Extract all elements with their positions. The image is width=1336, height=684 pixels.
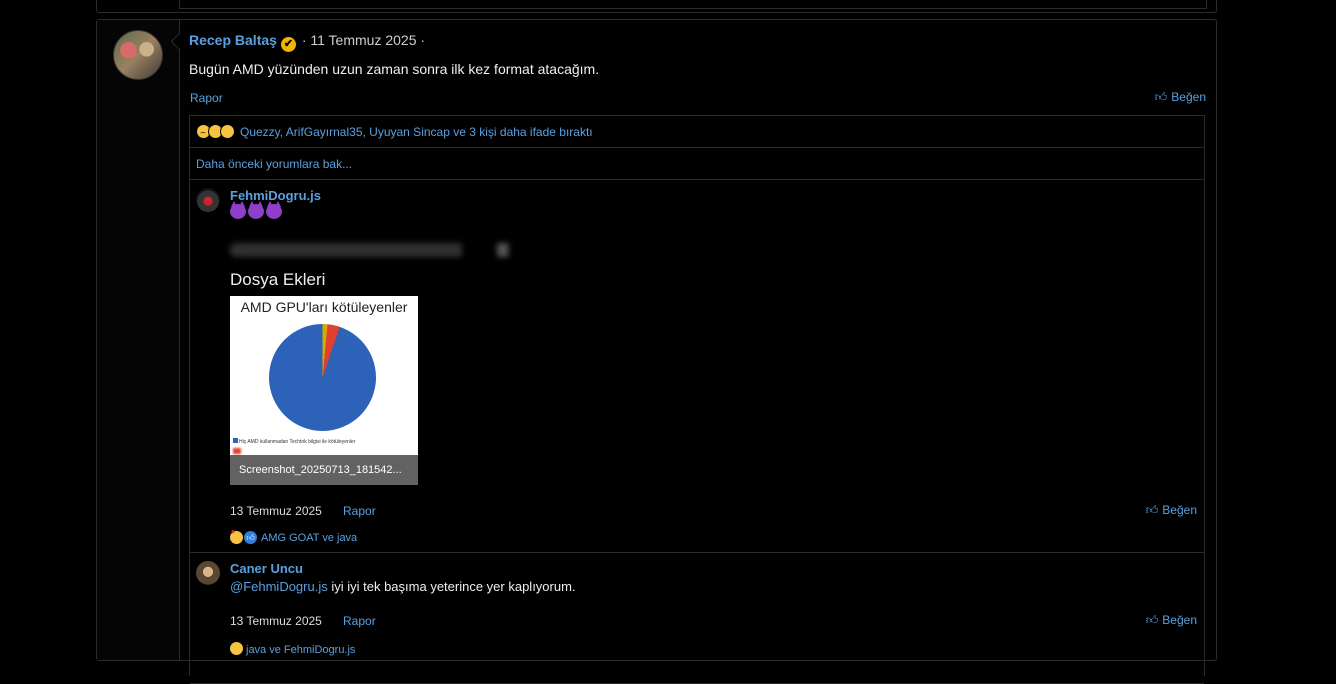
thumbs-up-icon: 👍︎ [1145,613,1159,627]
thumbs-up-icon: 👍︎ [1154,90,1168,104]
author-avatar[interactable] [113,30,163,80]
comment-item: Caner Uncu @FehmiDogru.js iyi iyi tek ba… [190,553,1204,684]
devil-emoji-icon [230,201,246,219]
previous-post-card [96,0,1217,13]
comment-reactions-text[interactable]: AMG GOAT ve java [261,532,357,544]
attachment-thumbnail[interactable]: AMD GPU'ları kötüleyenler Hiç AMD kullan… [230,296,418,485]
report-link[interactable]: Rapor [190,91,223,105]
post-author-link[interactable]: Recep Baltaş [189,32,277,48]
comment-report-link[interactable]: Rapor [343,504,376,518]
post-date[interactable]: · 11 Temmuz 2025 · [298,32,425,48]
attachments-title: Dosya Ekleri [230,270,326,289]
comment-reactions-text[interactable]: java ve FehmiDogru.js [246,644,355,656]
older-comments-link-row: Daha önceki yorumlara bak... [190,148,1204,180]
comment-body: iyi iyi tek başıma yeterince yer kaplıyo… [327,579,576,594]
thinking-emoji-icon [220,124,235,139]
devil-emoji-icon [266,201,282,219]
reaction-emoji-group [196,124,235,139]
attachment-chart-title: AMD GPU'ları kötüleyenler [240,299,408,315]
like-label: Beğen [1162,503,1197,517]
reactions-summary-bar[interactable]: Quezzy, ArifGayırnal35, Uyuyan Sincap ve… [190,116,1204,148]
devil-emoji-icon [248,201,264,219]
older-comments-link[interactable]: Daha önceki yorumlara bak... [196,157,352,171]
verified-badge-icon: ✔ [280,37,296,52]
laughing-emoji-icon [230,642,243,655]
comment-report-link[interactable]: Rapor [343,614,376,628]
like-label: Beğen [1171,90,1206,104]
attachment-chart-legend: Hiç AMD kullanmadan Techtok bilgisi ile … [233,438,355,445]
thumbs-up-icon: 👍︎ [1145,503,1159,517]
like-button[interactable]: 👍︎ Beğen [1155,90,1206,105]
comment-emoji-row [230,201,284,223]
previous-post-inner-border [179,0,1207,9]
like-reaction-icon: 👍︎ [244,531,257,544]
heart-eyes-emoji-icon [230,529,243,544]
like-label: Beğen [1162,613,1197,627]
mention-link[interactable]: @FehmiDogru.js [230,579,328,594]
comment-reactions[interactable]: java ve FehmiDogru.js [230,642,355,656]
comment-like-button[interactable]: 👍︎ Beğen [1146,613,1197,628]
comment-like-button[interactable]: 👍︎ Beğen [1146,503,1197,518]
comments-section: Quezzy, ArifGayırnal35, Uyuyan Sincap ve… [189,115,1205,684]
legend-label: Hiç AMD kullanmadan Techtok bilgisi ile … [239,439,356,445]
blurred-spoiler-text[interactable] [230,243,520,257]
post-sidebar [97,20,180,660]
post-text: Bugün AMD yüzünden uzun zaman sonra ilk … [189,61,600,77]
comment-reactions[interactable]: 👍︎ AMG GOAT ve java [230,529,357,544]
commenter-avatar[interactable] [196,561,220,585]
comment-item: FehmiDogru.js Dosya Ekleri AMD GPU'ları … [190,180,1204,553]
attachment-filename[interactable]: Screenshot_20250713_181542... [230,455,418,485]
comment-date[interactable]: 13 Temmuz 2025 [230,614,322,628]
comment-date[interactable]: 13 Temmuz 2025 [230,504,322,518]
comment-author-link[interactable]: Caner Uncu [230,561,303,576]
legend-swatch-blurred [233,448,241,454]
post-card: Recep Baltaş ✔ · 11 Temmuz 2025 · Bugün A… [96,19,1217,684]
reactions-summary-text[interactable]: Quezzy, ArifGayırnal35, Uyuyan Sincap ve… [240,125,593,139]
comment-text: @FehmiDogru.js iyi iyi tek başıma yeteri… [230,579,576,594]
post-header: Recep Baltaş ✔ · 11 Temmuz 2025 · [189,32,425,52]
attachment-pie-chart [269,324,376,431]
legend-swatch [233,438,238,443]
commenter-avatar[interactable] [196,188,220,212]
